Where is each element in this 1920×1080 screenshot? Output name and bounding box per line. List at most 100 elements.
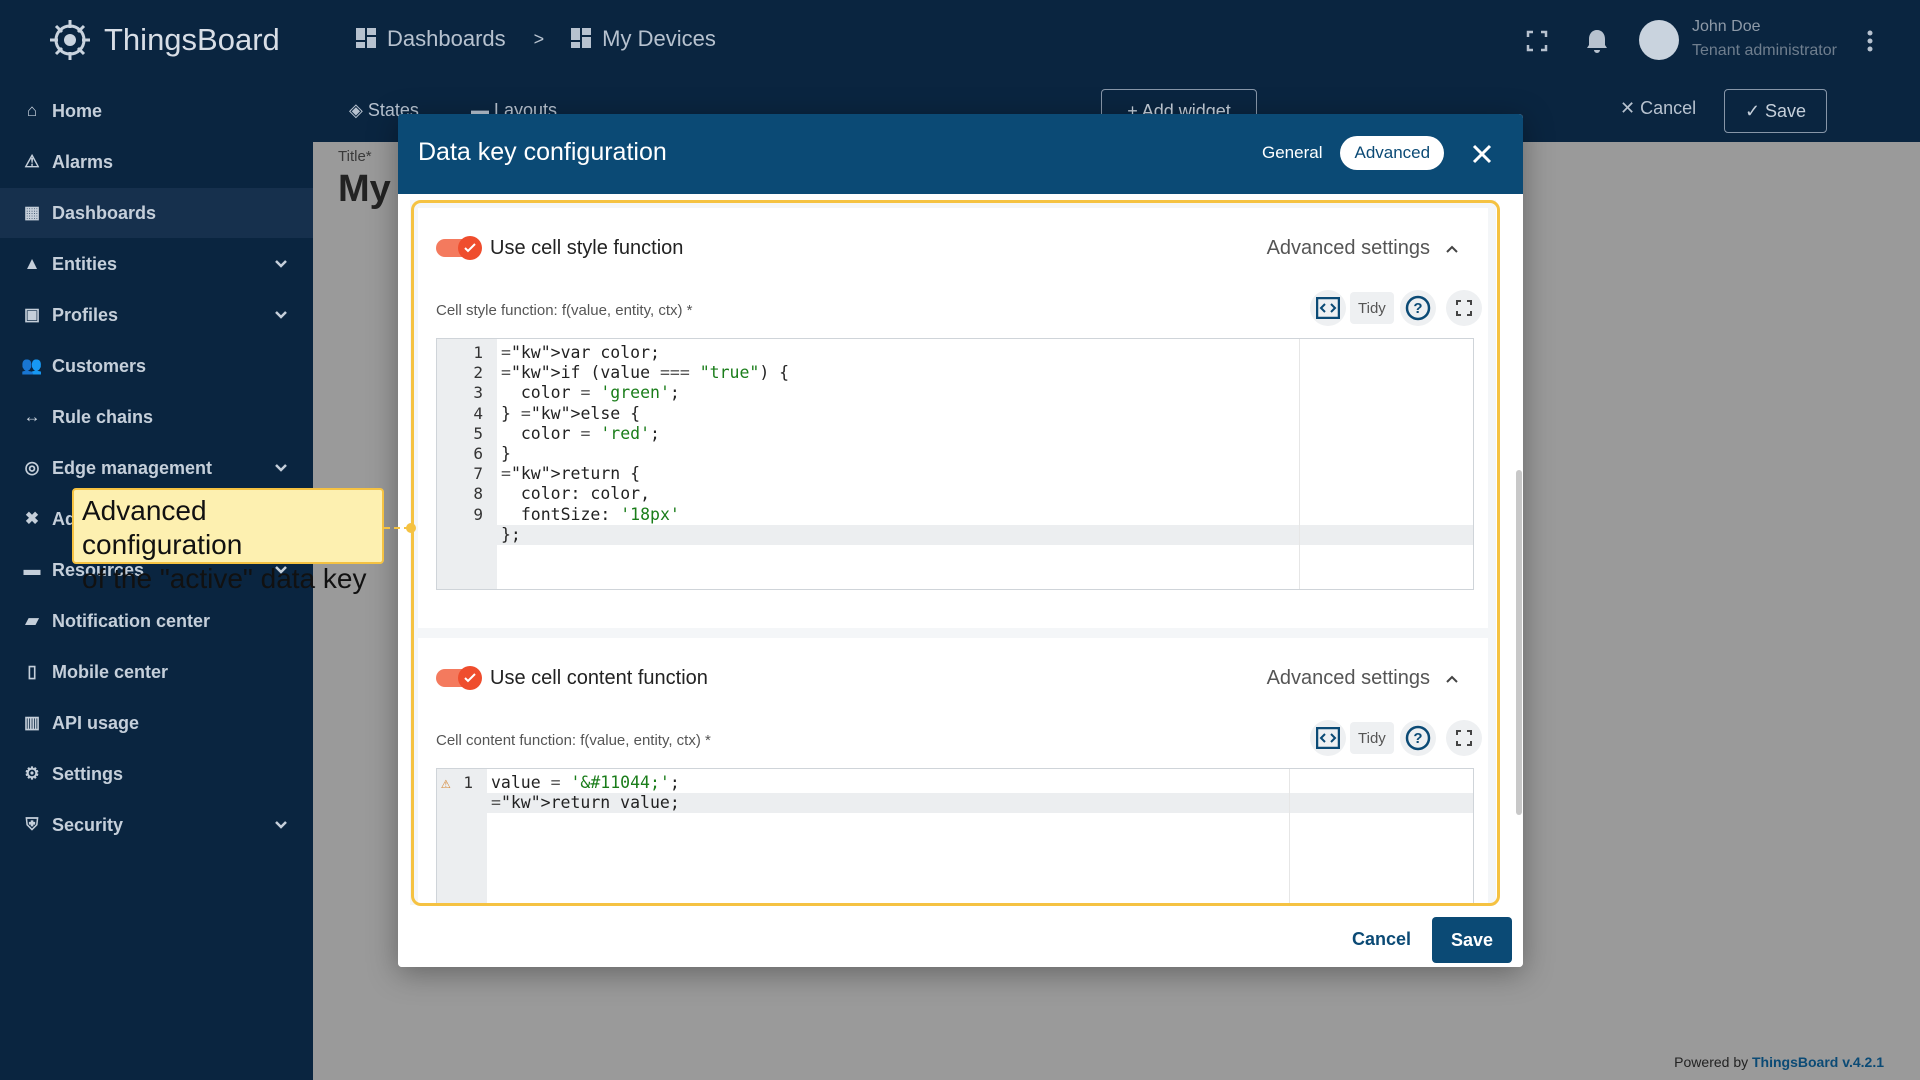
- chevron-down-icon[interactable]: [271, 305, 291, 325]
- footer-prefix: Powered by: [1674, 1054, 1749, 1070]
- line-number: 9: [473, 504, 483, 524]
- dashboard-icon: [356, 28, 376, 48]
- cell-content-field-label: Cell content function: f(value, entity, …: [436, 732, 711, 749]
- sidebar-item-label: Home: [52, 100, 103, 121]
- chevron-down-icon[interactable]: [271, 815, 291, 835]
- user-role: Tenant administrator: [1692, 42, 1837, 59]
- cell-style-toggle-label: Use cell style function: [490, 237, 684, 259]
- folder-icon: ▬: [23, 560, 41, 579]
- dialog-body: Use cell style function Advanced setting…: [410, 200, 1496, 905]
- code-line: fontSize: '18px': [501, 504, 680, 524]
- advanced-settings-label[interactable]: Advanced settings: [1267, 237, 1430, 260]
- print-margin: [1299, 339, 1300, 589]
- sidebar-item-settings[interactable]: ⚙ Settings: [0, 749, 313, 799]
- code-line: ="kw">return value;: [491, 793, 680, 813]
- sidebar-item-profiles[interactable]: ▣ Profiles: [0, 290, 313, 340]
- help-button[interactable]: ?: [1400, 720, 1436, 756]
- print-margin: [1289, 769, 1290, 905]
- chevron-up-icon[interactable]: [1442, 669, 1462, 689]
- dialog-scrollbar[interactable]: [1516, 470, 1522, 815]
- sidebar-item-customers[interactable]: 👥 Customers: [0, 341, 313, 391]
- sidebar-item-alarms[interactable]: ⚠ Alarms: [0, 137, 313, 187]
- editor-fullscreen-button[interactable]: [1446, 720, 1482, 756]
- chevron-down-icon[interactable]: [271, 254, 291, 274]
- sidebar-item-label: Rule chains: [52, 406, 154, 427]
- sidebar-item-rule-chains[interactable]: ↔ Rule chains: [0, 392, 313, 442]
- chevron-down-icon[interactable]: [271, 458, 291, 478]
- fullscreen-icon[interactable]: [1520, 24, 1554, 58]
- cell-content-code-editor[interactable]: 1⚠2value = '&#11044;';="kw">return value…: [436, 768, 1474, 905]
- cell-style-panel: Use cell style function Advanced setting…: [418, 208, 1488, 628]
- cell-content-toggle-label: Use cell content function: [490, 667, 708, 689]
- toolbar-save-button[interactable]: ✓ Save: [1724, 89, 1827, 133]
- sidebar-item-mobile-center[interactable]: ▯ Mobile center: [0, 647, 313, 697]
- footer-brand[interactable]: ThingsBoard v.4.2.1: [1752, 1054, 1884, 1070]
- sidebar-item-dashboards[interactable]: ▦ Dashboards: [0, 188, 313, 238]
- line-number: 2: [473, 363, 483, 383]
- annotation-dot: [406, 523, 416, 533]
- chevron-up-icon[interactable]: [1442, 239, 1462, 259]
- code-line: ="kw">var color;: [501, 343, 660, 362]
- sidebar-item-label: Notification center: [52, 610, 211, 631]
- sidebar-item-label: Entities: [52, 253, 118, 274]
- cell-content-toggle[interactable]: [436, 666, 482, 690]
- cell-style-code-editor[interactable]: 12345678910="kw">var color;="kw">if (val…: [436, 338, 1474, 590]
- tab-advanced[interactable]: Advanced: [1340, 136, 1445, 170]
- code-line: color = 'red';: [501, 423, 660, 443]
- editor-gutter: 12345678910: [437, 339, 497, 589]
- sidebar-item-edge-management[interactable]: ◎ Edge management: [0, 443, 313, 493]
- sidebar-item-label: Dashboards: [52, 202, 157, 223]
- tidy-button[interactable]: Tidy: [1350, 722, 1394, 754]
- dashboard-title-label: Title*: [338, 148, 372, 165]
- line-number: 6: [473, 444, 483, 463]
- tidy-button[interactable]: Tidy: [1350, 292, 1394, 324]
- sidebar-item-home[interactable]: ⌂ Home: [0, 86, 313, 136]
- code-line: ="kw">if (value === "true") {: [501, 363, 790, 383]
- check-icon: ✓: [1744, 100, 1766, 121]
- toolbar-cancel-button[interactable]: ✕ Cancel: [1620, 98, 1696, 119]
- dialog-header: Data key configuration General Advanced: [398, 114, 1523, 194]
- line-number: 5: [473, 423, 483, 443]
- more-vert-icon[interactable]: [1853, 24, 1887, 58]
- code-editor-toggle-button[interactable]: [1310, 290, 1346, 326]
- app-root: ThingsBoard Dashboards > My Devices John…: [0, 0, 1920, 1080]
- cell-style-toggle[interactable]: [436, 236, 482, 260]
- toggle-knob: [458, 666, 482, 690]
- check-icon: [464, 673, 476, 683]
- close-icon[interactable]: [1468, 140, 1496, 168]
- help-button[interactable]: ?: [1400, 290, 1436, 326]
- warning-icon: ⚠: [24, 152, 40, 171]
- sidebar-item-notification-center[interactable]: ▰ Notification center: [0, 596, 313, 646]
- toggle-knob: [458, 236, 482, 260]
- line-number: 1: [473, 343, 483, 362]
- notifications-bell-icon[interactable]: [1580, 24, 1614, 58]
- sidebar-item-label: Customers: [52, 355, 147, 376]
- breadcrumb-current-label: My Devices: [602, 26, 716, 51]
- editor-fullscreen-button[interactable]: [1446, 290, 1482, 326]
- line-number: 8: [473, 484, 483, 504]
- tab-general[interactable]: General: [1248, 136, 1336, 170]
- logo[interactable]: ThingsBoard: [46, 16, 280, 64]
- line-number: 7: [473, 464, 483, 484]
- sidebar-item-label: API usage: [52, 712, 140, 733]
- code-line: color = 'green';: [501, 383, 680, 403]
- layers-icon: ◈: [349, 100, 368, 120]
- app-name: ThingsBoard: [104, 22, 280, 57]
- sidebar-item-label: Settings: [52, 763, 124, 784]
- sidebar-item-security[interactable]: ⛨ Security: [0, 800, 313, 850]
- sidebar-item-entities[interactable]: ▲ Entities: [0, 239, 313, 289]
- breadcrumb-dashboards-label: Dashboards: [387, 26, 506, 51]
- code-line: value = '&#11044;';: [491, 773, 680, 792]
- warning-icon[interactable]: ⚠: [441, 773, 451, 793]
- user-name: John Doe: [1692, 18, 1761, 35]
- sidebar-item-api-usage[interactable]: ▥ API usage: [0, 698, 313, 748]
- breadcrumb-dashboards[interactable]: Dashboards: [355, 26, 506, 52]
- gear-icon: ⚙: [24, 764, 40, 783]
- advanced-settings-label[interactable]: Advanced settings: [1267, 667, 1430, 690]
- cancel-button[interactable]: Cancel: [1338, 919, 1425, 959]
- avatar[interactable]: [1639, 20, 1679, 60]
- people-icon: 👥: [21, 356, 43, 375]
- save-button[interactable]: Save: [1432, 917, 1512, 963]
- code-editor-toggle-button[interactable]: [1310, 720, 1346, 756]
- annotation-line-1: Advanced configuration: [82, 495, 243, 560]
